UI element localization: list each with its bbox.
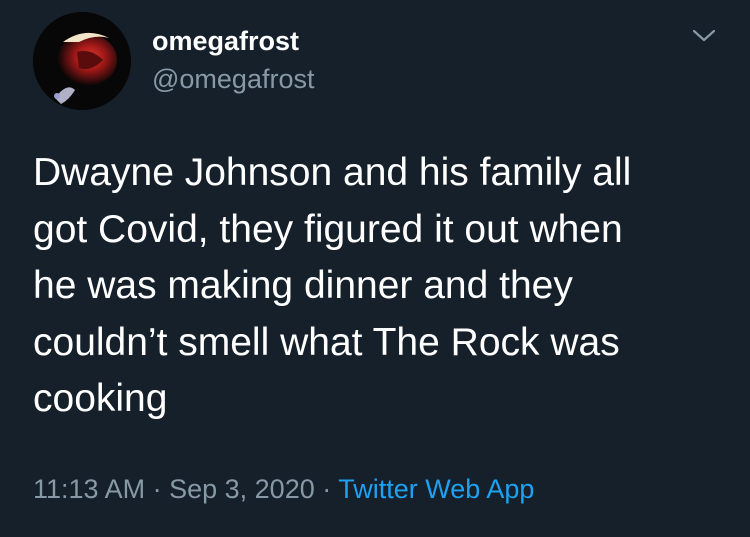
tweet-meta: 11:13 AM · Sep 3, 2020 · Twitter Web App [33,473,534,505]
tweet-date[interactable]: Sep 3, 2020 [169,474,315,504]
meta-separator: · [322,474,332,504]
display-name[interactable]: omegafrost [152,25,299,57]
tweet-time[interactable]: 11:13 AM [33,474,145,504]
chevron-down-icon[interactable] [690,26,718,46]
avatar-image [33,12,131,110]
user-handle[interactable]: @omegafrost [152,63,314,95]
tweet-card: omegafrost @omegafrost Dwayne Johnson an… [0,0,750,537]
tweet-text: Dwayne Johnson and his family all got Co… [33,151,632,420]
meta-separator: · [152,474,162,504]
tweet-source-link[interactable]: Twitter Web App [338,474,534,504]
avatar[interactable] [33,12,131,110]
